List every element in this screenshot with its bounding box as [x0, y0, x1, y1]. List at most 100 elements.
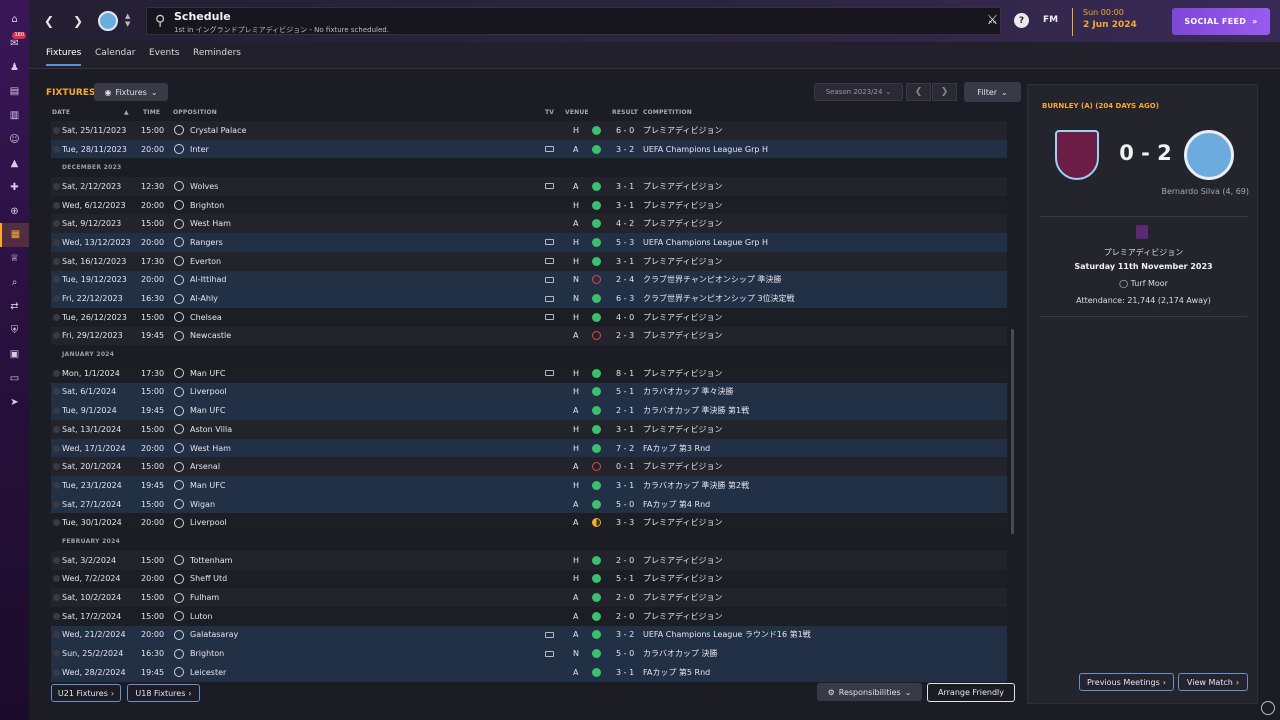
fixture-competition[interactable]: FAカップ 第4 Rnd: [643, 499, 710, 510]
training-icon[interactable]: ✚: [0, 175, 29, 199]
fixture-row[interactable]: Mon, 1/1/2024 17:30 Man UFC H 8 - 1 プレミアディビジョ…: [51, 363, 1007, 383]
view-match-button[interactable]: View Match ›: [1178, 673, 1248, 691]
opponent-name[interactable]: Man UFC: [190, 406, 225, 415]
fixture-competition[interactable]: UEFA Champions League Grp H: [643, 238, 768, 247]
fixture-competition[interactable]: クラブ世界チャンピオンシップ 3位決定戦: [643, 293, 795, 304]
fixture-competition[interactable]: プレミアディビジョン: [643, 181, 722, 192]
opponent-name[interactable]: Liverpool: [190, 387, 227, 396]
arrange-friendly-button[interactable]: Arrange Friendly: [927, 683, 1015, 702]
scouting-icon[interactable]: ⌕: [0, 271, 29, 295]
fixture-competition[interactable]: プレミアディビジョン: [643, 573, 722, 584]
tactics-icon[interactable]: ▤: [0, 80, 29, 104]
fm-logo[interactable]: FM: [1043, 15, 1058, 25]
opponent-name[interactable]: Wigan: [190, 500, 215, 509]
fixture-result[interactable]: 3 - 1: [616, 481, 634, 490]
fixture-row[interactable]: Sat, 3/2/2024 15:00 Tottenham H 2 - 0 プレミアディビ…: [51, 550, 1007, 570]
opponent-name[interactable]: Wolves: [190, 182, 218, 191]
tab-fixtures[interactable]: Fixtures: [46, 48, 82, 66]
tab-calendar[interactable]: Calendar: [95, 48, 135, 64]
fixture-row[interactable]: Tue, 26/12/2023 15:00 Chelsea H 4 - 0 プレミアディビ…: [51, 307, 1007, 327]
responsibilities-button[interactable]: ⚙ Responsibilities ⌄: [817, 683, 922, 701]
fixture-result[interactable]: 3 - 2: [616, 630, 634, 639]
fixture-row[interactable]: Tue, 23/1/2024 19:45 Man UFC H 3 - 1 カラバオカップ …: [51, 476, 1007, 495]
help-icon[interactable]: ?: [1014, 13, 1029, 28]
opponent-name[interactable]: Inter: [190, 145, 209, 154]
col-venue[interactable]: VENUE: [565, 109, 589, 116]
fixture-row[interactable]: Sat, 10/2/2024 15:00 Fulham A 2 - 0 プレミアディビジョ…: [51, 588, 1007, 607]
fixture-row[interactable]: Wed, 28/2/2024 19:45 Leicester A 3 - 1 FAカップ …: [51, 662, 1007, 682]
fixture-competition[interactable]: プレミアディビジョン: [643, 592, 722, 603]
fixture-competition[interactable]: プレミアディビジョン: [643, 368, 722, 379]
opponent-name[interactable]: Crystal Palace: [190, 126, 246, 135]
fixture-row[interactable]: Wed, 21/2/2024 20:00 Galatasaray A 3 - 2 UEFA…: [51, 625, 1007, 645]
squad-icon[interactable]: ♟: [0, 56, 29, 80]
fixture-competition[interactable]: プレミアディビジョン: [643, 125, 722, 136]
fixture-row[interactable]: Sat, 27/1/2024 15:00 Wigan A 5 - 0 FAカップ 第4 R…: [51, 494, 1007, 514]
fixture-result[interactable]: 3 - 3: [616, 518, 634, 527]
previous-meetings-button[interactable]: Previous Meetings ›: [1079, 673, 1174, 691]
fixture-result[interactable]: 8 - 1: [616, 369, 634, 378]
fixture-row[interactable]: Wed, 13/12/2023 20:00 Rangers H 5 - 3 UEFA Ch…: [51, 233, 1007, 252]
fixture-competition[interactable]: プレミアディビジョン: [643, 555, 722, 566]
support-icon[interactable]: [1261, 701, 1275, 715]
tab-reminders[interactable]: Reminders: [193, 48, 241, 64]
fixture-result[interactable]: 3 - 2: [616, 145, 634, 154]
opponent-name[interactable]: Aston Villa: [190, 425, 232, 434]
opponent-name[interactable]: Rangers: [190, 238, 223, 247]
opponent-name[interactable]: Luton: [190, 612, 213, 621]
fixture-row[interactable]: Wed, 17/1/2024 20:00 West Ham H 7 - 2 FAカップ 第…: [51, 438, 1007, 458]
fixture-row[interactable]: Fri, 29/12/2023 19:45 Newcastle A 2 - 3 プレミアデ…: [51, 326, 1007, 346]
fixture-result[interactable]: 7 - 2: [616, 444, 634, 453]
col-competition[interactable]: COMPETITION: [643, 109, 692, 116]
dev-centre-icon[interactable]: ▭: [0, 366, 29, 390]
opponent-name[interactable]: Everton: [190, 257, 221, 266]
fixture-competition[interactable]: プレミアディビジョン: [643, 312, 722, 323]
col-result[interactable]: RESULT: [612, 109, 638, 116]
burnley-crest[interactable]: [1055, 130, 1099, 180]
competitions-icon[interactable]: ♕: [0, 247, 29, 271]
fixture-result[interactable]: 2 - 1: [616, 406, 634, 415]
opponent-name[interactable]: Galatasaray: [190, 630, 238, 639]
fixture-result[interactable]: 3 - 1: [616, 182, 634, 191]
filter-button[interactable]: Filter ⌄: [964, 82, 1021, 102]
opponent-name[interactable]: Liverpool: [190, 518, 227, 527]
opponent-name[interactable]: Al-Ahly: [190, 294, 218, 303]
scrollbar[interactable]: [1011, 329, 1014, 534]
opponent-name[interactable]: Man UFC: [190, 369, 225, 378]
staff-icon[interactable]: ☺: [0, 127, 29, 151]
medical-icon[interactable]: ⊕: [0, 199, 29, 223]
fixture-result[interactable]: 3 - 1: [616, 201, 634, 210]
fixture-row[interactable]: Tue, 28/11/2023 20:00 Inter A 3 - 2 UEFA Cham…: [51, 139, 1007, 159]
inbox-icon[interactable]: ✉ 160: [0, 31, 29, 56]
trophy-icon[interactable]: ⚔: [985, 13, 1000, 28]
fixture-row[interactable]: Sat, 20/1/2024 15:00 Arsenal A 0 - 1 プレミアディビジ…: [51, 457, 1007, 477]
fixture-competition[interactable]: クラブ世界チャンピオンシップ 準決勝: [643, 274, 781, 285]
tab-events[interactable]: Events: [149, 48, 179, 64]
fixture-competition[interactable]: プレミアディビジョン: [643, 218, 722, 229]
fixture-row[interactable]: Tue, 30/1/2024 20:00 Liverpool A 3 - 3 プレミアディ…: [51, 513, 1007, 533]
report-icon[interactable]: ➤: [0, 390, 29, 414]
fixture-row[interactable]: Sat, 25/11/2023 15:00 Crystal Palace H 6 - 0…: [51, 121, 1007, 140]
season-select[interactable]: Season 2023/24 ⌄: [814, 83, 903, 101]
fixture-competition[interactable]: プレミアディビジョン: [643, 330, 722, 341]
col-opposition[interactable]: OPPOSITION: [173, 109, 217, 116]
club-vision-icon[interactable]: ⛨: [0, 319, 29, 343]
fixture-row[interactable]: Sat, 9/12/2023 15:00 West Ham A 4 - 2 プレミアディビ…: [51, 214, 1007, 234]
u18-fixtures-button[interactable]: U18 Fixtures ›: [127, 684, 200, 702]
fixture-result[interactable]: 6 - 3: [616, 294, 634, 303]
fixture-result[interactable]: 2 - 3: [616, 331, 634, 340]
schedule-icon[interactable]: ▦: [0, 223, 29, 247]
man-city-crest[interactable]: [1184, 130, 1234, 180]
col-date[interactable]: DATE: [52, 109, 70, 116]
fixture-competition[interactable]: プレミアディビジョン: [643, 256, 722, 267]
fixture-result[interactable]: 2 - 4: [616, 275, 634, 284]
fixture-competition[interactable]: UEFA Champions League ラウンド16 第1戦: [643, 629, 811, 640]
fixture-competition[interactable]: カラバオカップ 準決勝 第2戦: [643, 480, 749, 491]
view-dropdown[interactable]: ◉ Fixtures ⌄: [94, 83, 168, 101]
fixture-row[interactable]: Sat, 16/12/2023 17:30 Everton H 3 - 1 プレミアディビ…: [51, 251, 1007, 271]
fixture-result[interactable]: 3 - 1: [616, 425, 634, 434]
opponent-name[interactable]: Man UFC: [190, 481, 225, 490]
search-box[interactable]: ⚲ Schedule 1st in イングランドプレミアディビジョン - No …: [146, 7, 1001, 35]
fixture-result[interactable]: 2 - 0: [616, 593, 634, 602]
opponent-name[interactable]: Brighton: [190, 649, 224, 658]
